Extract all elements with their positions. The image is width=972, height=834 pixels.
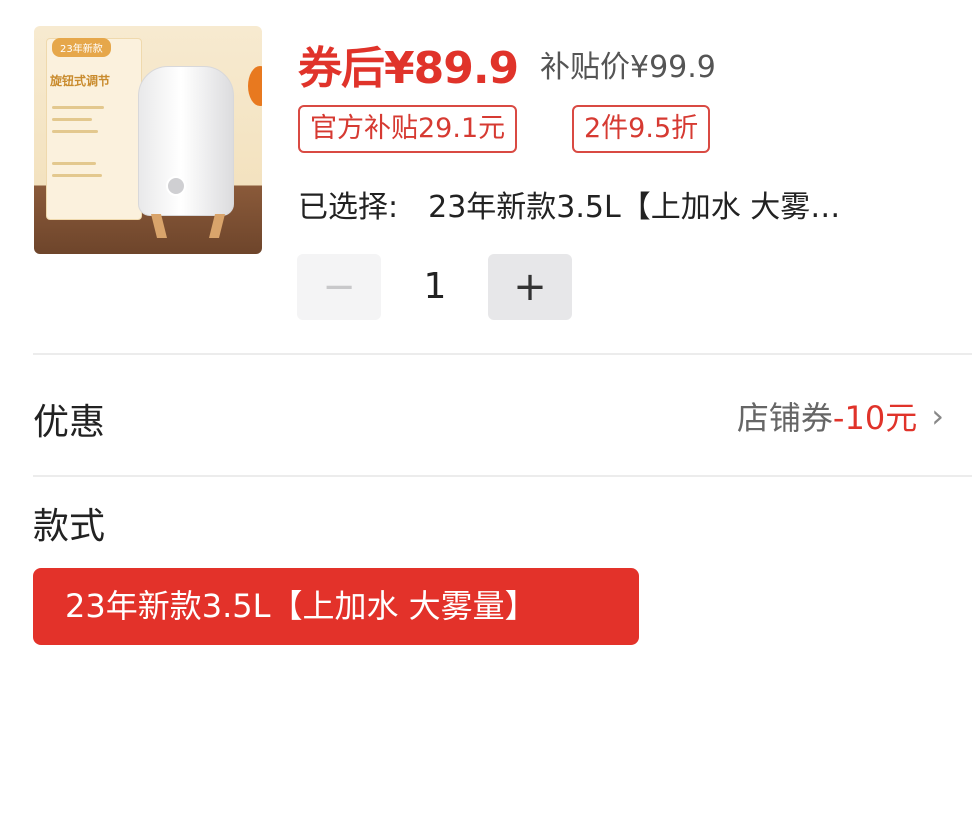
selected-label: 已选择: [298, 190, 399, 225]
thumbnail-text-line [52, 118, 92, 121]
thumbnail-title: 旋钮式调节 [50, 74, 111, 88]
humidifier-knob [166, 176, 186, 196]
humidifier-leg [151, 214, 167, 238]
coupon-price: 券后¥89.9 [298, 43, 519, 94]
decrease-quantity-button[interactable]: − [297, 254, 381, 320]
divider [33, 475, 972, 477]
multi-buy-discount-badge: 2件9.5折 [572, 105, 711, 153]
coupon-amount: -10元 [832, 399, 918, 437]
divider [33, 353, 972, 355]
selected-value: 23年新款3.5L【上加水 大雾… [428, 190, 841, 225]
thumbnail-text-line [52, 174, 102, 177]
humidifier-image [138, 66, 234, 216]
humidifier-leg [209, 214, 225, 238]
thumbnail-text-line [52, 130, 98, 133]
thumbnail-feature-card [46, 38, 142, 220]
minus-icon: − [322, 264, 356, 310]
thumbnail-text-line [52, 162, 96, 165]
flower-decoration [248, 66, 262, 106]
official-subsidy-badge: 官方补贴29.1元 [298, 105, 518, 153]
selected-variant: 已选择: 23年新款3.5L【上加水 大雾… [298, 182, 840, 226]
quantity-value[interactable]: 1 [410, 266, 460, 307]
discount-label: 优惠 [33, 402, 106, 443]
chevron-right-icon: › [931, 397, 944, 435]
thumbnail-text-line [52, 106, 104, 109]
thumbnail-tag: 23年新款 [52, 38, 111, 57]
product-thumbnail[interactable]: 23年新款 旋钮式调节 [34, 26, 262, 254]
style-option-selected[interactable]: 23年新款3.5L【上加水 大雾量】 [33, 568, 639, 645]
discount-selector[interactable]: 店铺券 -10元 › [737, 393, 944, 439]
product-sku-sheet: 23年新款 旋钮式调节 券后¥89.9 补贴价¥99.9 官方补贴29.1元 2… [0, 0, 972, 834]
coupon-text: 店铺券 [736, 399, 833, 437]
subsidy-price: 补贴价¥99.9 [540, 50, 716, 85]
increase-quantity-button[interactable]: + [488, 254, 572, 320]
style-label: 款式 [33, 506, 106, 547]
plus-icon: + [513, 264, 547, 310]
